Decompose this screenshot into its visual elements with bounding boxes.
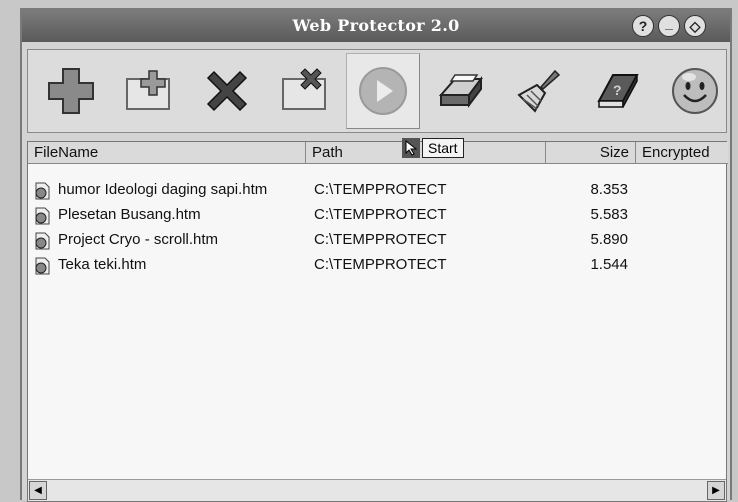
remove-file-button[interactable] <box>190 53 264 129</box>
column-header-encrypted[interactable]: Encrypted <box>636 142 728 164</box>
add-folder-icon <box>126 70 170 110</box>
svg-text:?: ? <box>613 82 622 98</box>
add-file-button[interactable] <box>34 53 108 129</box>
file-name: Project Cryo - scroll.htm <box>58 231 219 248</box>
x-icon <box>206 70 248 112</box>
printer-icon <box>438 74 483 108</box>
file-size: 5.583 <box>590 206 628 223</box>
scroll-left-button[interactable]: ◀ <box>29 481 47 500</box>
file-size: 5.890 <box>590 231 628 248</box>
file-path: C:\TEMPPROTECT <box>314 231 447 248</box>
minimize-button[interactable]: _ <box>658 15 680 37</box>
html-file-icon <box>35 257 50 275</box>
file-list[interactable]: FileName Path Size Encrypted humor Ideol… <box>27 141 728 502</box>
remove-folder-icon <box>282 68 326 110</box>
broom-icon <box>517 69 561 113</box>
column-header-size[interactable]: Size <box>546 142 636 164</box>
help-book-button[interactable]: ? <box>580 53 654 129</box>
file-size: 1.544 <box>590 256 628 273</box>
app-window: Web Protector 2.0 ? _ ◇ ? FileName Path … <box>20 8 732 502</box>
html-file-icon <box>35 232 50 250</box>
table-row[interactable]: Teka teki.htm C:\TEMPPROTECT 1.544 <box>28 253 728 277</box>
tooltip-text: Start <box>422 138 464 158</box>
table-row[interactable]: humor Ideologi daging sapi.htm C:\TEMPPR… <box>28 178 728 202</box>
start-tooltip: Start <box>402 136 464 160</box>
file-size: 8.353 <box>590 181 628 198</box>
column-header-filename[interactable]: FileName <box>28 142 306 164</box>
play-icon <box>359 67 407 115</box>
html-file-icon <box>35 207 50 225</box>
file-path: C:\TEMPPROTECT <box>314 256 447 273</box>
clear-button[interactable] <box>502 53 576 129</box>
scroll-right-button[interactable]: ▶ <box>707 481 725 500</box>
add-folder-button[interactable] <box>112 53 186 129</box>
window-title: Web Protector 2.0 <box>292 16 460 35</box>
close-button[interactable]: ◇ <box>684 15 706 37</box>
title-bar[interactable]: Web Protector 2.0 ? _ ◇ <box>22 10 730 42</box>
start-button[interactable] <box>346 53 420 129</box>
file-path: C:\TEMPPROTECT <box>314 206 447 223</box>
file-name: Teka teki.htm <box>58 256 147 273</box>
help-book-icon: ? <box>597 74 639 108</box>
horizontal-scrollbar[interactable]: ◀ ▶ <box>28 479 726 501</box>
print-button[interactable] <box>424 53 498 129</box>
file-name: Plesetan Busang.htm <box>58 206 201 223</box>
table-row[interactable]: Project Cryo - scroll.htm C:\TEMPPROTECT… <box>28 228 728 252</box>
cursor-arrow-icon <box>402 138 420 158</box>
plus-icon <box>48 68 94 114</box>
html-file-icon <box>35 182 50 200</box>
smiley-icon <box>672 68 718 114</box>
about-button[interactable] <box>658 53 732 129</box>
file-name: humor Ideologi daging sapi.htm <box>58 181 268 198</box>
help-button[interactable]: ? <box>632 15 654 37</box>
remove-folder-button[interactable] <box>268 53 342 129</box>
toolbar: ? <box>27 49 727 133</box>
table-row[interactable]: Plesetan Busang.htm C:\TEMPPROTECT 5.583 <box>28 203 728 227</box>
file-path: C:\TEMPPROTECT <box>314 181 447 198</box>
